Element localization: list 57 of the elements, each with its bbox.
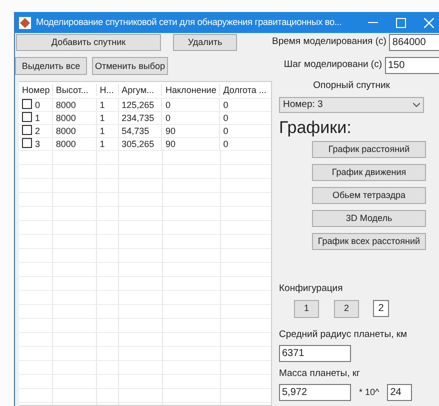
table-cell: 8000 bbox=[52, 125, 97, 137]
column-header[interactable]: Высот... bbox=[52, 84, 97, 96]
param-input[interactable]: 150 bbox=[385, 57, 439, 74]
table-cell: 1 bbox=[35, 113, 40, 123]
table-cell-text: 0 bbox=[222, 99, 230, 111]
table-cell: 90 bbox=[162, 138, 220, 150]
table-cell: 8000 bbox=[52, 112, 97, 124]
table-cell: 8000 bbox=[52, 138, 97, 150]
mass-label: Масса планеты, кг bbox=[279, 368, 360, 379]
radius-label: Средний радиус планеты, км bbox=[279, 328, 408, 340]
select-all-button[interactable]: Выделить все bbox=[15, 57, 87, 75]
table-cell: 1 bbox=[96, 125, 119, 137]
configuration-button[interactable]: 1 bbox=[294, 300, 319, 318]
table-cell: 0 bbox=[162, 99, 220, 111]
chart-button[interactable]: График движения bbox=[312, 164, 426, 180]
mass-input[interactable]: 5,972 bbox=[279, 384, 351, 402]
table-cell: 1 bbox=[96, 112, 119, 124]
column-header[interactable]: Н... bbox=[96, 84, 119, 96]
reference-satellite-dropdown[interactable]: Номер: 3 bbox=[279, 97, 424, 114]
configuration-label: Конфигурация bbox=[279, 282, 343, 294]
param-label: Время моделирования (с) bbox=[272, 35, 386, 50]
column-header[interactable]: Номер bbox=[19, 84, 53, 96]
table-cell: 0 bbox=[35, 100, 40, 110]
table-cell: 0 bbox=[162, 112, 220, 124]
reference-satellite-label: Опорный спутник bbox=[313, 80, 390, 91]
table-cell-text: 0 bbox=[222, 125, 230, 137]
chart-button[interactable]: График расстояний bbox=[312, 140, 426, 158]
column-header[interactable]: Аргум... bbox=[118, 84, 162, 96]
table-cell: 2 bbox=[35, 126, 40, 136]
table-cell: 8000 bbox=[52, 99, 97, 111]
delete-button[interactable]: Удалить bbox=[173, 34, 237, 51]
chart-button[interactable]: 3D Модель bbox=[312, 210, 426, 226]
column-header[interactable]: Наклонение bbox=[162, 84, 220, 96]
radius-input[interactable]: 6371 bbox=[279, 345, 351, 362]
table-cell: 305,265 bbox=[118, 138, 162, 150]
table-cell: 1 bbox=[96, 99, 119, 111]
add-satellite-button[interactable]: Добавить спутник bbox=[16, 34, 161, 51]
table-cell: 234,735 bbox=[118, 112, 162, 124]
param-input[interactable]: 864000 bbox=[389, 34, 439, 51]
column-header[interactable]: Долгота ... bbox=[220, 84, 272, 96]
exponent-input[interactable]: 24 bbox=[387, 384, 412, 402]
window-title: Моделирование спутниковой сети для обнаружения гравитационных во... bbox=[36, 16, 342, 29]
charts-heading: Графики: bbox=[279, 118, 352, 138]
table-cell-text: 0 bbox=[222, 112, 230, 124]
table-cell: 125,265 bbox=[118, 99, 162, 111]
table-cell: 1 bbox=[96, 138, 119, 150]
configuration-button[interactable]: 2 bbox=[334, 300, 359, 318]
chart-button[interactable]: График всех расстояний bbox=[312, 232, 426, 250]
exponent-label: * 10^ bbox=[359, 386, 380, 399]
table-cell-text: 0 bbox=[222, 138, 230, 150]
table-cell: 90 bbox=[162, 125, 220, 137]
param-label: Шаг моделировани (с) bbox=[284, 58, 382, 72]
deselect-button[interactable]: Отменить выбор bbox=[92, 57, 168, 75]
chart-button[interactable]: Обьем тетраэдра bbox=[312, 186, 426, 204]
table-cell: 3 bbox=[35, 139, 40, 149]
table-cell: 54,735 bbox=[118, 125, 162, 137]
configuration-input[interactable]: 2 bbox=[373, 300, 389, 318]
